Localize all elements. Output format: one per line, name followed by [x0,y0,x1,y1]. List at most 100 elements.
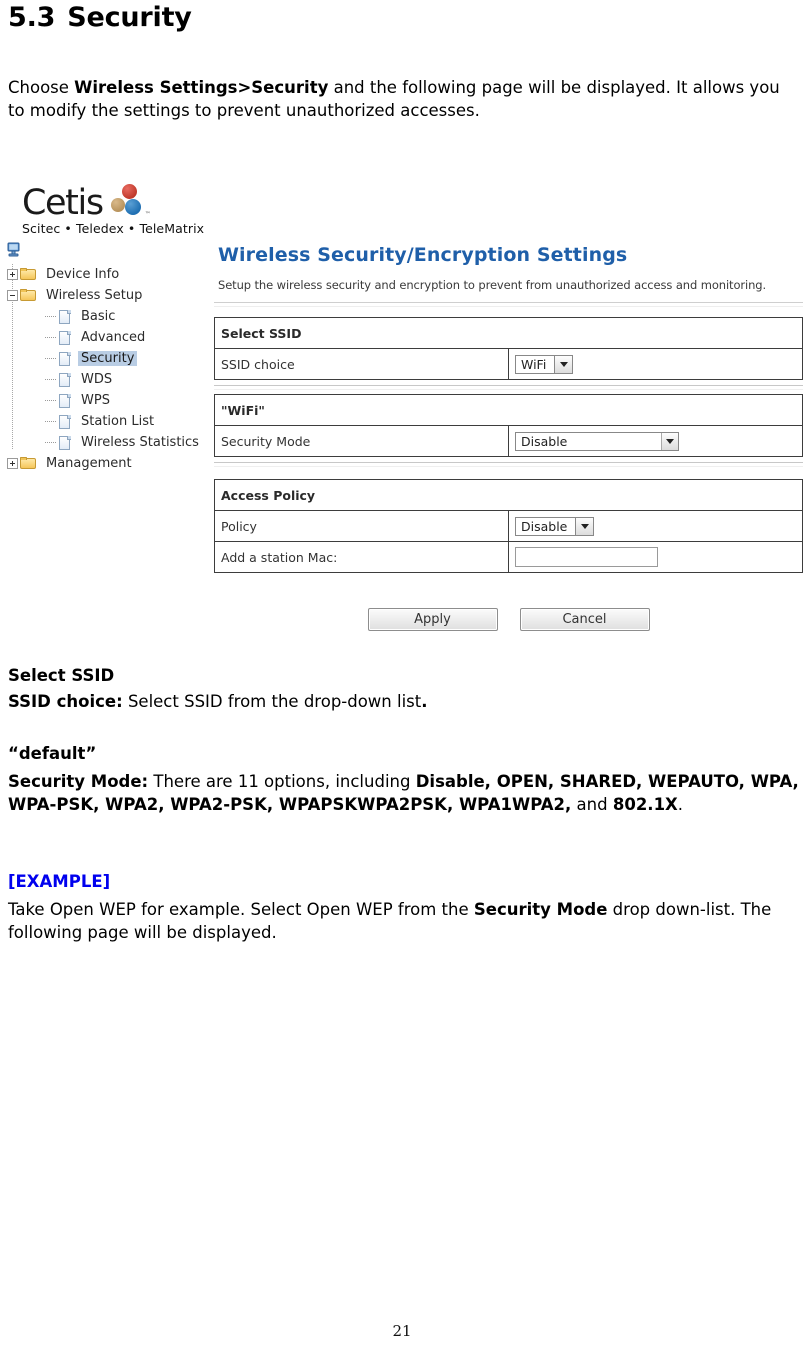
security-mode-and: and [571,795,613,814]
table-row: Add a station Mac: [214,541,803,573]
tree-item-label: Wireless Statistics [81,435,199,450]
sidebar-item-advanced[interactable]: Advanced [2,327,202,348]
table-row: SSID choice WiFi [214,348,803,380]
logo-tagline: Scitec • Teledex • TeleMatrix [22,221,205,236]
tree-connector-icon [45,441,56,444]
chevron-down-icon[interactable] [554,354,574,374]
expand-icon[interactable] [7,269,18,280]
policy-select[interactable]: Disable [515,516,595,536]
ssid-choice-paragraph: SSID choice: Select SSID from the drop-d… [8,692,428,711]
ssid-choice-cell: WiFi [508,348,803,380]
tree-item-label: WDS [81,372,113,387]
tree-connector-icon [45,420,56,423]
table-row: Access Policy [214,479,803,511]
page-icon [58,372,72,388]
wifi-section-header: "WiFi" [214,394,803,426]
station-mac-label: Add a station Mac: [214,541,509,573]
security-mode-label: Security Mode [214,425,509,457]
tree-item-label: Station List [81,414,155,429]
security-mode-term: Security Mode: [8,772,149,791]
chevron-down-icon[interactable] [575,516,595,536]
folder-icon [20,289,37,302]
apply-button[interactable]: Apply [367,608,498,631]
chevron-down-icon[interactable] [661,432,678,450]
collapse-icon[interactable] [7,290,18,301]
access-policy-header: Access Policy [214,479,803,511]
table-row: Security Mode Disable [214,425,803,457]
config-panel: Wireless Security/Encryption Settings Se… [214,172,803,573]
sidebar-item-device-info[interactable]: Device Info [2,264,202,285]
section-number: 5.3 [8,2,56,33]
intro-paragraph: Choose Wireless Settings>Security and th… [8,76,798,122]
security-mode-select[interactable]: Disable [515,431,679,451]
security-mode-intro: There are 11 options, including [148,772,416,791]
intro-text-1: Choose [8,78,75,97]
panel-subtitle: Setup the wireless security and encrypti… [218,278,767,292]
tree-connector-icon [45,378,56,381]
wifi-security-table: "WiFi" Security Mode Disable [214,394,803,457]
expand-icon[interactable] [7,458,18,469]
policy-label: Policy [214,510,509,542]
folder-icon [20,268,37,281]
tree-item-list: Device Info Wireless Setup Basic Advance… [2,264,202,474]
panel-divider [214,302,803,307]
sidebar-item-basic[interactable]: Basic [2,306,202,327]
tree-item-label: Wireless Setup [46,288,143,303]
tree-connector-icon [45,399,56,402]
sidebar-item-management[interactable]: Management [2,453,202,474]
section-title: Security [67,2,192,33]
sidebar-item-security[interactable]: Security [2,348,202,369]
policy-cell: Disable [508,510,803,542]
security-mode-cell: Disable [508,425,803,457]
select-ssid-table: Select SSID SSID choice WiFi [214,317,803,380]
tree-connector-icon [45,315,56,318]
policy-value: Disable [521,518,568,534]
example-text-1: Take Open WEP for example. Select Open W… [8,900,474,919]
router-ui-screenshot: Cetis ™ Scitec • Teledex • TeleMatrix De… [0,172,804,650]
security-mode-paragraph: Security Mode: There are 11 options, inc… [8,770,800,816]
cancel-button[interactable]: Cancel [519,608,650,631]
page-icon [58,330,72,346]
tree-item-label: Advanced [81,330,146,345]
tree-item-label: Device Info [46,267,120,282]
station-mac-cell [508,541,803,573]
sidebar-item-wds[interactable]: WDS [2,369,202,390]
tree-connector-icon [45,336,56,339]
page-icon [58,309,72,325]
ssid-choice-label: SSID choice [214,348,509,380]
select-ssid-heading: Select SSID [8,666,115,685]
ssid-choice-term: SSID choice: [8,692,123,711]
select-ssid-header: Select SSID [214,317,803,349]
tree-item-label: Basic [81,309,116,324]
example-paragraph: Take Open WEP for example. Select Open W… [8,898,798,944]
sidebar-item-station-list[interactable]: Station List [2,411,202,432]
ssid-choice-value: WiFi [521,356,547,372]
security-mode-last-option: 802.1X [612,795,678,814]
ssid-choice-desc: Select SSID from the drop-down list [122,692,422,711]
page-icon [58,435,72,451]
page-title: 5.3 Security [8,2,192,33]
intro-bold-path: Wireless Settings>Security [74,78,329,97]
sidebar-item-wps[interactable]: WPS [2,390,202,411]
page-icon [58,351,72,367]
section-divider [214,380,803,394]
section-divider [214,457,803,479]
logo-trademark: ™ [144,211,151,218]
page-number: 21 [392,1322,412,1340]
ssid-choice-period: . [421,692,428,711]
station-mac-input[interactable] [515,547,658,567]
tree-item-label: WPS [81,393,110,408]
security-mode-end: . [677,795,684,814]
sidebar-item-wireless-setup[interactable]: Wireless Setup [2,285,202,306]
ssid-choice-select[interactable]: WiFi [515,354,574,374]
sidebar-item-wireless-statistics[interactable]: Wireless Statistics [2,432,202,453]
table-row: Policy Disable [214,510,803,542]
form-button-row: Apply Cancel [214,608,803,631]
page-icon [58,393,72,409]
example-bold-term: Security Mode [473,900,608,919]
table-row: "WiFi" [214,394,803,426]
access-policy-table: Access Policy Policy Disable Add a stati… [214,479,803,573]
table-row: Select SSID [214,317,803,349]
cetis-logo: Cetis ™ Scitec • Teledex • TeleMatrix [22,182,205,236]
tree-connector-icon [45,357,56,360]
